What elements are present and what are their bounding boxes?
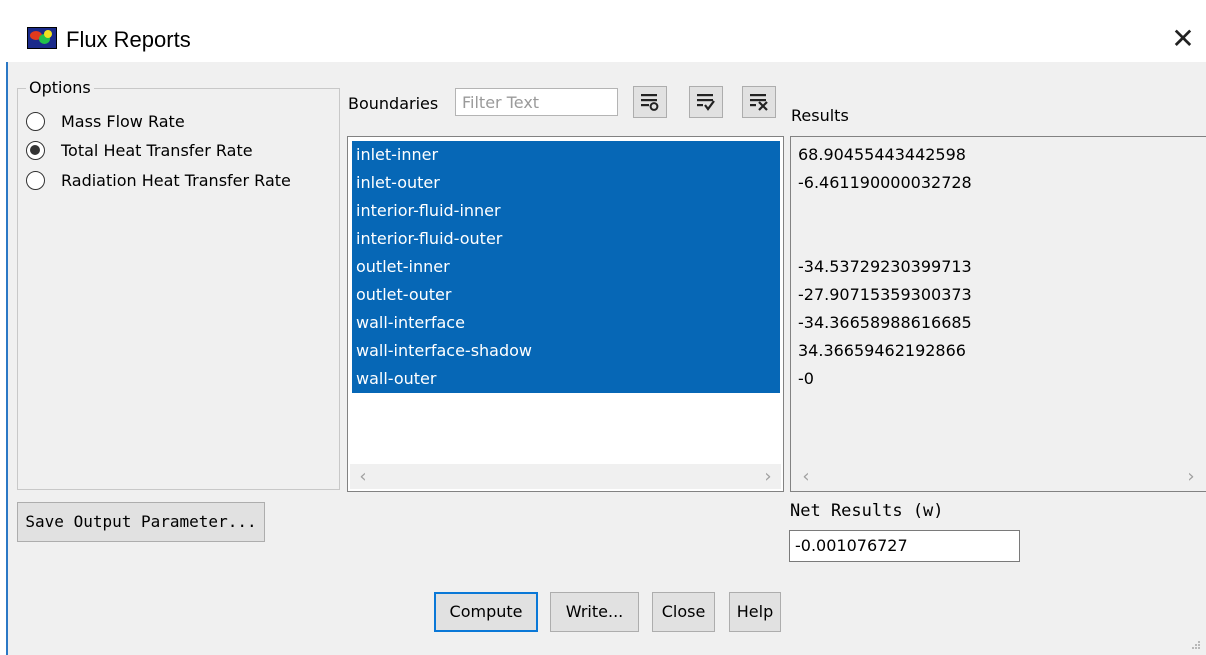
deselect-all-icon	[750, 94, 768, 111]
list-item[interactable]: wall-interface-shadow	[352, 337, 780, 365]
fluent-app-icon	[27, 27, 57, 49]
deselect-all-button[interactable]	[742, 86, 776, 118]
result-value: -6.461190000032728	[798, 173, 972, 192]
close-icon[interactable]: ✕	[1166, 22, 1200, 56]
results-list: 68.90455443442598 -6.461190000032728 -34…	[790, 136, 1206, 492]
options-legend: Options	[26, 78, 94, 98]
radio-button-selected[interactable]	[26, 140, 45, 160]
radio-radiation-heat-transfer-rate[interactable]: Radiation Heat Transfer Rate	[26, 168, 291, 192]
result-value: -0	[798, 369, 814, 388]
list-item[interactable]: inlet-inner	[352, 141, 780, 169]
boundaries-label: Boundaries	[348, 94, 439, 113]
radio-label: Radiation Heat Transfer Rate	[61, 170, 291, 190]
save-output-parameter-button[interactable]: Save Output Parameter...	[17, 502, 265, 542]
close-button[interactable]: Close	[652, 592, 715, 632]
radio-label: Total Heat Transfer Rate	[61, 140, 253, 160]
radio-label: Mass Flow Rate	[61, 111, 185, 131]
result-value: -27.90715359300373	[798, 285, 972, 304]
scroll-left-icon[interactable]: ‹	[795, 464, 817, 489]
list-item[interactable]: interior-fluid-outer	[352, 225, 780, 253]
scroll-right-icon[interactable]: ›	[1180, 464, 1202, 489]
result-value: 34.36659462192866	[798, 341, 966, 360]
list-item[interactable]: outlet-inner	[352, 253, 780, 281]
list-item[interactable]: interior-fluid-inner	[352, 197, 780, 225]
compute-button[interactable]: Compute	[434, 592, 538, 632]
radio-mass-flow-rate[interactable]: Mass Flow Rate	[26, 109, 185, 133]
list-item[interactable]: wall-interface	[352, 309, 780, 337]
radio-total-heat-transfer-rate[interactable]: Total Heat Transfer Rate	[26, 138, 253, 162]
scroll-right-icon[interactable]: ›	[757, 464, 779, 489]
net-results-field[interactable]: -0.001076727	[789, 530, 1020, 562]
radio-button[interactable]	[26, 111, 45, 131]
help-button[interactable]: Help	[729, 592, 781, 632]
select-all-button[interactable]	[633, 86, 667, 118]
select-checked-icon	[697, 94, 715, 111]
window-title: Flux Reports	[66, 27, 191, 52]
select-checked-button[interactable]	[689, 86, 723, 118]
select-all-icon	[641, 94, 659, 111]
list-item[interactable]: wall-outer	[352, 365, 780, 393]
resize-grip-icon[interactable]	[1192, 641, 1200, 649]
net-results-label: Net Results (w)	[790, 501, 944, 521]
radio-button[interactable]	[26, 170, 45, 190]
list-item[interactable]: outlet-outer	[352, 281, 780, 309]
window-left-edge	[0, 62, 8, 655]
horizontal-scrollbar[interactable]: ‹ ›	[793, 464, 1204, 489]
result-value: -34.36658988616685	[798, 313, 972, 332]
write-button[interactable]: Write...	[550, 592, 639, 632]
result-value: -34.53729230399713	[798, 257, 972, 276]
filter-text-input[interactable]	[455, 88, 618, 116]
result-value: 68.90455443442598	[798, 145, 966, 164]
list-item[interactable]: inlet-outer	[352, 169, 780, 197]
results-label: Results	[791, 106, 849, 125]
boundaries-list[interactable]: inlet-inner inlet-outer interior-fluid-i…	[347, 136, 784, 492]
horizontal-scrollbar[interactable]: ‹ ›	[350, 464, 781, 489]
scroll-left-icon[interactable]: ‹	[352, 464, 374, 489]
